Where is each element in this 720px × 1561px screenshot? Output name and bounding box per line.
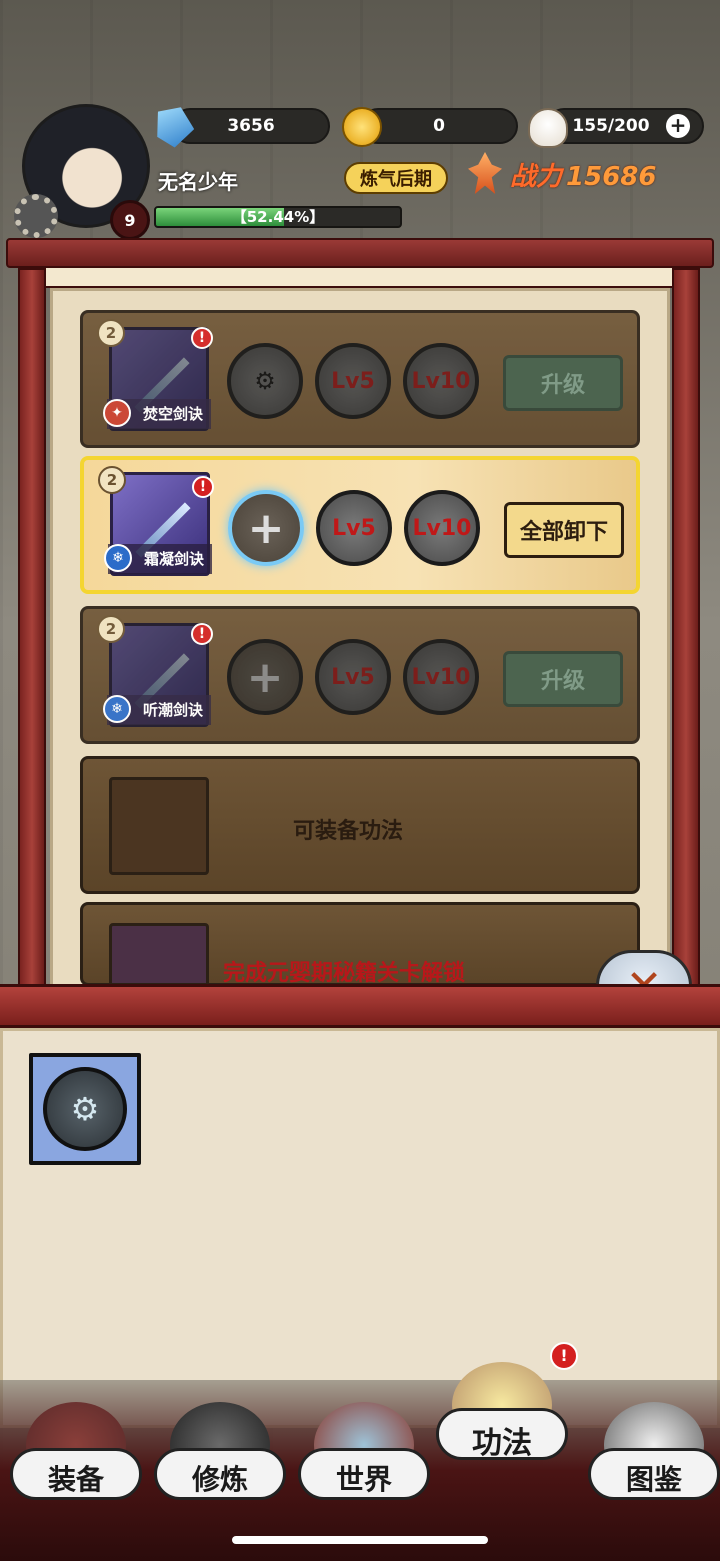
cabinet-pillar-right (672, 268, 700, 998)
technique-inventory: ⚙ (0, 1028, 720, 1428)
fire-element-icon: ✦ (103, 399, 131, 427)
technique-emblem-icon[interactable]: ⚙ (227, 343, 303, 419)
rank-badge: 2 (97, 319, 125, 347)
cabinet-pillar-left (18, 268, 46, 998)
nav-codex[interactable]: 图鉴 (584, 1380, 720, 1530)
experience-text: 【52.44%】 (231, 208, 325, 226)
lv10-slot: Lv10 (403, 343, 479, 419)
lv10-slot: Lv10 (403, 639, 479, 715)
inventory-technique-item[interactable]: ⚙ (29, 1053, 141, 1165)
nav-label: 修炼 (191, 1463, 248, 1496)
nav-label: 装备 (47, 1463, 104, 1496)
empty-icon-frame (109, 777, 209, 875)
combat-power: 战力 15686 (510, 156, 656, 193)
skill-slot-active[interactable]: 2 ! 霜凝剑诀 ❄ + Lv5 Lv10 全部卸下 (80, 456, 640, 594)
rank-badge: 2 (97, 615, 125, 643)
technique-emblem-icon: ⚙ (43, 1067, 127, 1151)
nav-label: 图鉴 (625, 1463, 682, 1496)
upgrade-button[interactable]: 升级 (503, 651, 623, 707)
nav-label: 功法 (472, 1426, 532, 1461)
home-indicator[interactable] (232, 1536, 488, 1544)
alert-icon: ! (192, 476, 214, 498)
cabinet-lintel (36, 266, 684, 288)
nav-cultivation[interactable]: 修炼 (150, 1380, 290, 1530)
ice-element-icon: ❄ (103, 695, 131, 723)
inventory-shelf (0, 984, 720, 1028)
gems-counter: 3656 (172, 108, 330, 144)
nav-world[interactable]: 世界 (294, 1380, 434, 1530)
locked-skill-slot: 完成元婴期秘籍关卡解锁 (80, 902, 640, 986)
add-technique-plus-icon[interactable]: + (228, 490, 304, 566)
player-name: 无名少年 (158, 170, 238, 194)
skill-slot[interactable]: 2 ! 听潮剑诀 ❄ + Lv5 Lv10 升级 (80, 606, 640, 744)
settings-gear-icon[interactable] (14, 194, 58, 238)
lv5-slot: Lv5 (315, 343, 391, 419)
alert-icon: ! (191, 327, 213, 349)
nav-equipment[interactable]: 装备 (6, 1380, 146, 1530)
nav-techniques[interactable]: 功法 ! (432, 1340, 578, 1490)
coins-counter: 0 (360, 108, 518, 144)
upgrade-button[interactable]: 升级 (503, 355, 623, 411)
empty-skill-slot[interactable]: 可装备功法 (80, 756, 640, 894)
level-badge: 9 (110, 200, 150, 240)
lv10-slot: Lv10 (404, 490, 480, 566)
combat-power-value: 15686 (566, 162, 657, 192)
locked-icon-frame (109, 923, 209, 983)
lv5-slot: Lv5 (316, 490, 392, 566)
add-technique-plus-icon[interactable]: + (227, 639, 303, 715)
add-stamina-plus-icon[interactable]: + (666, 114, 690, 138)
coin-icon (342, 107, 382, 147)
bottom-navigation: 装备 修炼 世界 功法 ! 图鉴 (0, 1342, 720, 1561)
cabinet-roof (6, 238, 714, 268)
skill-slot[interactable]: 2 ! 焚空剑诀 ✦ ⚙ Lv5 Lv10 升级 (80, 310, 640, 448)
empty-slot-text: 可装备功法 (293, 819, 404, 844)
bun-stamina-icon (528, 108, 568, 148)
alert-icon: ! (191, 623, 213, 645)
alert-icon: ! (550, 1342, 578, 1370)
rank-badge: 2 (98, 466, 126, 494)
realm-badge: 炼气后期 (344, 162, 448, 194)
lv5-slot: Lv5 (315, 639, 391, 715)
combat-power-label: 战力 (510, 162, 563, 192)
unequip-all-button[interactable]: 全部卸下 (504, 502, 624, 558)
nav-label: 世界 (335, 1463, 392, 1496)
experience-bar: 【52.44%】 (154, 206, 402, 228)
locked-slot-text: 完成元婴期秘籍关卡解锁 (223, 961, 466, 986)
player-avatar[interactable]: 9 (14, 104, 152, 240)
ice-element-icon: ❄ (104, 544, 132, 572)
